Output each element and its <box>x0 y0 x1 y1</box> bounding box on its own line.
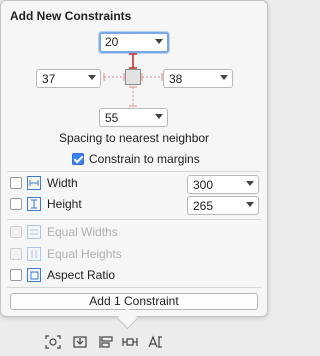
bottom-spacing-value: 55 <box>105 111 119 125</box>
embed-in-icon[interactable] <box>72 335 88 349</box>
divider <box>7 171 261 172</box>
equal-widths-label: Equal Widths <box>47 225 118 239</box>
right-spacing-combo[interactable]: 38 <box>163 69 233 88</box>
aspect-ratio-checkbox[interactable] <box>10 269 22 281</box>
divider <box>7 219 261 220</box>
chevron-down-icon[interactable] <box>155 39 163 44</box>
chevron-down-icon[interactable] <box>88 75 96 80</box>
equal-widths-icon <box>27 225 41 239</box>
height-value-combo[interactable]: 265 <box>187 196 259 215</box>
bottom-strut-icon[interactable] <box>127 86 139 107</box>
pin-icon[interactable] <box>122 335 138 349</box>
chevron-down-icon[interactable] <box>220 75 228 80</box>
left-spacing-value: 37 <box>42 72 56 86</box>
top-spacing-value: 20 <box>105 35 119 49</box>
right-strut-icon[interactable] <box>141 71 163 83</box>
popover-title: Add New Constraints <box>10 9 132 23</box>
constrain-margins-label: Constrain to margins <box>89 152 200 166</box>
divider <box>7 287 261 288</box>
width-icon <box>27 176 41 190</box>
left-strut-icon[interactable] <box>103 71 125 83</box>
spacing-caption: Spacing to nearest neighbor <box>58 131 210 145</box>
width-label: Width <box>47 176 78 190</box>
equal-heights-icon <box>27 247 41 261</box>
equal-widths-checkbox[interactable] <box>10 226 22 238</box>
width-value-combo[interactable]: 300 <box>187 175 259 194</box>
bottom-spacing-combo[interactable]: 55 <box>99 108 168 127</box>
update-frames-icon[interactable] <box>45 335 61 349</box>
equal-heights-label: Equal Heights <box>47 247 122 261</box>
right-spacing-value: 38 <box>169 72 183 86</box>
view-placeholder-box <box>125 69 141 85</box>
aspect-ratio-icon <box>27 268 41 282</box>
add-constraints-button[interactable]: Add 1 Constraint <box>10 293 258 310</box>
height-value: 265 <box>193 199 214 213</box>
height-label: Height <box>47 197 82 211</box>
align-icon[interactable] <box>98 335 114 349</box>
width-checkbox[interactable] <box>10 177 22 189</box>
height-checkbox[interactable] <box>10 198 22 210</box>
resolve-auto-layout-icon[interactable] <box>148 335 164 349</box>
chevron-down-icon[interactable] <box>246 181 254 186</box>
chevron-down-icon[interactable] <box>155 114 163 119</box>
height-icon <box>27 197 41 211</box>
width-value: 300 <box>193 178 214 192</box>
constrain-margins-checkbox[interactable] <box>72 153 84 165</box>
top-spacing-combo[interactable]: 20 <box>99 32 169 53</box>
equal-heights-checkbox[interactable] <box>10 248 22 260</box>
chevron-down-icon[interactable] <box>246 202 254 207</box>
aspect-ratio-label: Aspect Ratio <box>47 268 116 282</box>
top-strut-icon[interactable] <box>127 53 139 69</box>
left-spacing-combo[interactable]: 37 <box>36 69 101 88</box>
add-constraints-popover: Add New Constraints 20 37 38 55 Spacing … <box>0 0 268 317</box>
